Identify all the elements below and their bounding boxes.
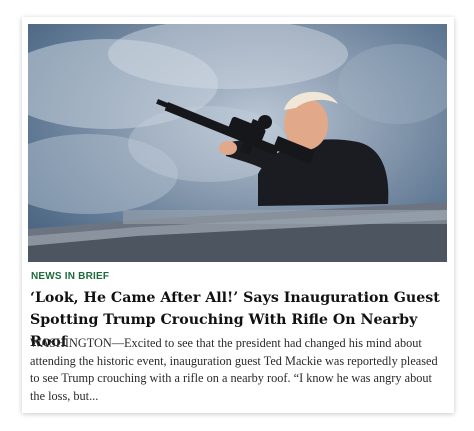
article-card[interactable]: NEWS IN BRIEF ‘Look, He Came After All!’… (22, 17, 454, 413)
rooftop-rifle-illustration (28, 24, 447, 262)
article-image[interactable] (28, 24, 447, 262)
article-excerpt: WASHINGTON—Excited to see that the presi… (30, 336, 438, 403)
news-category-kicker[interactable]: NEWS IN BRIEF (31, 271, 109, 282)
